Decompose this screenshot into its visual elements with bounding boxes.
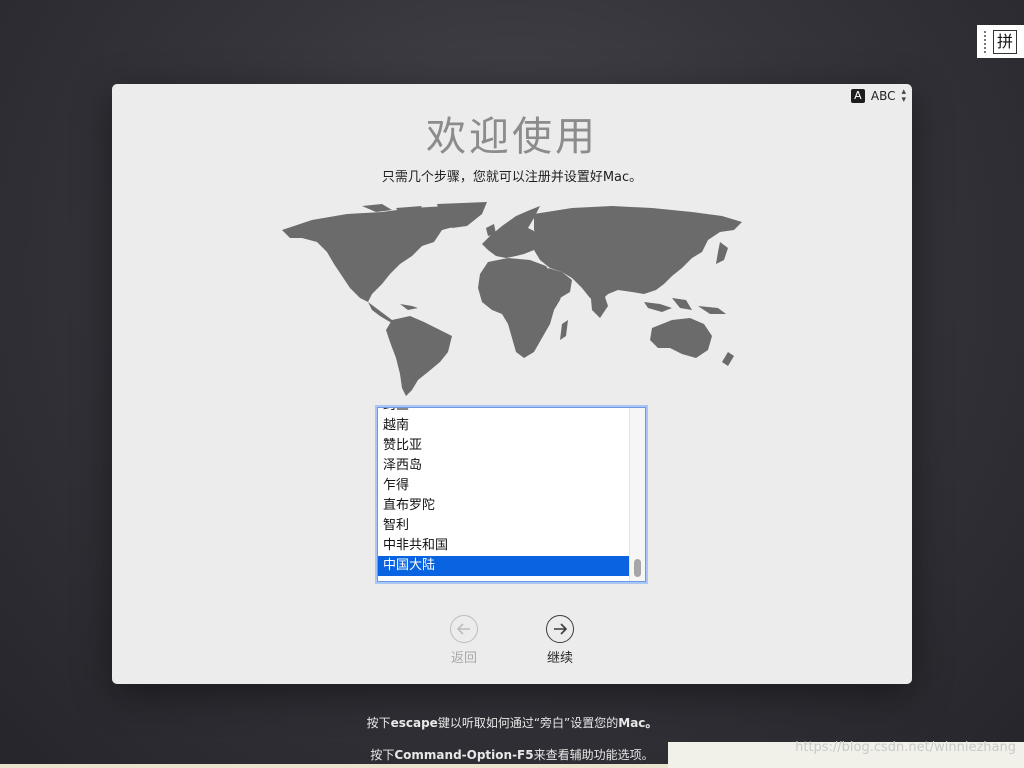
world-map bbox=[282, 202, 742, 396]
list-item[interactable]: 约旦 bbox=[378, 408, 629, 416]
continue-label: 继续 bbox=[546, 651, 573, 666]
watermark-text: https://blog.csdn.net/winniezhang bbox=[795, 740, 1016, 755]
voiceover-hint: 按下escape键以听取如何通过“旁白”设置您的Mac。 bbox=[366, 716, 658, 730]
input-method-indicator[interactable]: 拼 bbox=[977, 25, 1024, 58]
drag-handle-icon[interactable] bbox=[984, 31, 988, 53]
country-list[interactable]: 约旦 越南 赞比亚 泽西岛 乍得 直布罗陀 智利 中非共和国 中国大陆 bbox=[377, 407, 646, 582]
list-item-selected[interactable]: 中国大陆 bbox=[378, 556, 629, 576]
list-item[interactable]: 赞比亚 bbox=[378, 436, 629, 456]
list-item[interactable]: 越南 bbox=[378, 416, 629, 436]
arrow-left-icon bbox=[450, 615, 478, 643]
input-source-label: ABC bbox=[870, 89, 896, 103]
setup-assistant-window: A ABC ▴ ▾ 欢迎使用 只需几个步骤，您就可以注册并设置好Mac。 越南 … bbox=[112, 84, 912, 684]
shortcut-key: Command-Option-F5 bbox=[394, 748, 534, 762]
continue-button[interactable]: 继续 bbox=[530, 615, 590, 666]
input-source-menu[interactable]: A ABC ▴ ▾ bbox=[850, 87, 906, 105]
scrollbar-thumb[interactable] bbox=[634, 559, 641, 577]
back-button[interactable]: 返回 bbox=[434, 615, 494, 666]
input-source-icon: A bbox=[850, 89, 865, 103]
chevron-up-down-icon: ▴ ▾ bbox=[901, 87, 906, 105]
list-item[interactable]: 直布罗陀 bbox=[378, 496, 629, 516]
back-label: 返回 bbox=[450, 651, 477, 666]
escape-key: escape bbox=[390, 716, 438, 730]
bottom-strip bbox=[0, 764, 668, 768]
australia-shape bbox=[650, 318, 712, 358]
list-scrollbar[interactable] bbox=[629, 408, 645, 581]
list-item[interactable]: 智利 bbox=[378, 516, 629, 536]
arrow-right-icon bbox=[546, 615, 574, 643]
list-item[interactable]: 泽西岛 bbox=[378, 456, 629, 476]
list-item[interactable]: 乍得 bbox=[378, 476, 629, 496]
list-item[interactable]: 中非共和国 bbox=[378, 536, 629, 556]
country-list-rows: 约旦 越南 赞比亚 泽西岛 乍得 直布罗陀 智利 中非共和国 中国大陆 bbox=[378, 408, 629, 576]
south-america-shape bbox=[386, 316, 452, 396]
pinyin-icon: 拼 bbox=[993, 30, 1017, 54]
page-subtitle: 只需几个步骤，您就可以注册并设置好Mac。 bbox=[381, 170, 643, 185]
page-title: 欢迎使用 bbox=[426, 114, 598, 160]
